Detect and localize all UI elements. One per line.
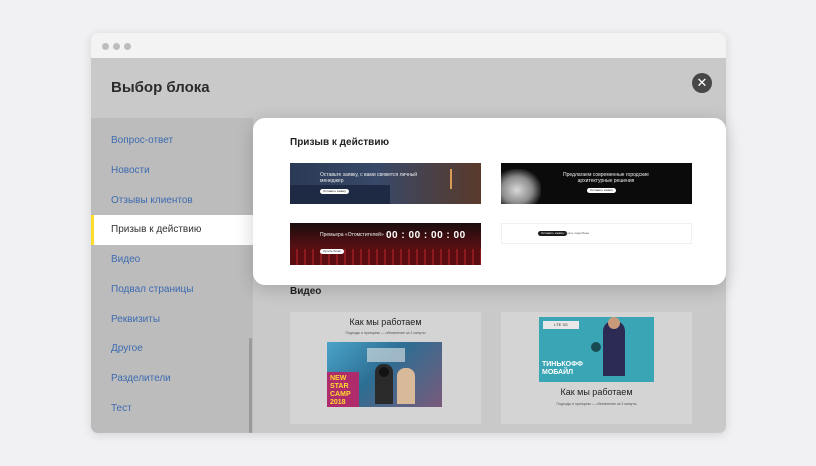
- sidebar-item-dividers[interactable]: Разделители: [91, 364, 253, 394]
- play-icon[interactable]: [379, 367, 389, 377]
- section-title-cta: Призыв к действию: [290, 137, 390, 148]
- video-card-heading: Как мы работаем: [560, 387, 633, 397]
- cta-block-thumb-1[interactable]: Оставьте заявку, с вами свяжется личный …: [290, 163, 481, 204]
- thumb-button: Оставить заявку: [538, 231, 567, 236]
- sidebar-item-other[interactable]: Другое: [91, 334, 253, 364]
- window-dot: [102, 43, 109, 50]
- sidebar-item-test[interactable]: Тест: [91, 394, 253, 424]
- sidebar-item-news[interactable]: Новости: [91, 156, 253, 186]
- thumb-link: Узнать подробнее: [564, 231, 590, 235]
- thumb-button: Купить билет: [320, 249, 345, 254]
- sidebar-item-video[interactable]: Видео: [91, 245, 253, 275]
- video-card-subtitle: Подходы и принципы — обновление за 2 мин…: [556, 402, 637, 406]
- section-title-video: Видео: [290, 286, 322, 297]
- sidebar-item-reviews[interactable]: Отзывы клиентов: [91, 186, 253, 216]
- video-preview-image: LTE 3G ТИНЬКОФФ МОБАЙЛ: [539, 317, 654, 382]
- preview-sign: [367, 348, 405, 362]
- cta-section-popup: Призыв к действию Оставьте заявку, с вам…: [253, 118, 726, 285]
- thumb-button: Оставить заявку: [320, 189, 349, 194]
- sidebar-scrollbar[interactable]: [249, 338, 252, 433]
- sidebar-item-cta[interactable]: Призыв к действию: [91, 215, 253, 245]
- preview-person: [397, 368, 415, 404]
- countdown-timer: 00 : 00 : 00 : 00: [386, 230, 466, 241]
- sidebar-item-faq[interactable]: Вопрос-ответ: [91, 126, 253, 156]
- network-badge: LTE 3G: [543, 321, 579, 329]
- sidebar-item-requisites[interactable]: Реквизиты: [91, 305, 253, 335]
- cta-block-thumb-3[interactable]: Премьера «Отомстителей» 00 : 00 : 00 : 0…: [290, 223, 481, 265]
- video-caption: NEW STAR CAMP 2018: [330, 375, 351, 406]
- window-dot: [113, 43, 120, 50]
- thumb-text: Оставьте заявку, с вами свяжется личный …: [320, 172, 418, 184]
- cta-block-thumb-2[interactable]: Предлагаем современные городские архитек…: [501, 163, 692, 204]
- video-preview-image: NEW STAR CAMP 2018: [327, 342, 442, 407]
- cinema-seats: [290, 249, 481, 265]
- dog-image: [501, 169, 541, 204]
- video-block-card[interactable]: LTE 3G ТИНЬКОФФ МОБАЙЛ Как мы работаем П…: [501, 312, 692, 424]
- modal-title: Выбор блока: [111, 79, 210, 96]
- cta-block-thumb-4[interactable]: Оставить заявку Узнать подробнее: [501, 223, 692, 244]
- video-card-subtitle: Подходы и принципы — обновление за 2 мин…: [345, 331, 426, 335]
- close-button[interactable]: ✕: [692, 73, 712, 93]
- video-caption: ТИНЬКОФФ МОБАЙЛ: [542, 361, 583, 376]
- preview-person-head: [608, 317, 620, 329]
- window-dot: [124, 43, 131, 50]
- thumb-button: Оставить заявку: [587, 188, 616, 193]
- video-block-card[interactable]: Как мы работаем Подходы и принципы — обн…: [290, 312, 481, 424]
- block-category-sidebar: Вопрос-ответ Новости Отзывы клиентов При…: [91, 118, 253, 433]
- lamp-decor: [450, 169, 452, 189]
- close-icon: ✕: [696, 75, 708, 90]
- thumb-text: Премьера «Отомстителей»: [320, 232, 384, 238]
- thumb-decor: [290, 185, 390, 204]
- play-icon[interactable]: [591, 342, 601, 352]
- sidebar-item-footer[interactable]: Подвал страницы: [91, 275, 253, 305]
- video-card-heading: Как мы работаем: [349, 317, 422, 327]
- preview-person: [603, 321, 625, 376]
- thumb-text: Предлагаем современные городские архитек…: [563, 172, 649, 184]
- window-titlebar: [91, 33, 726, 58]
